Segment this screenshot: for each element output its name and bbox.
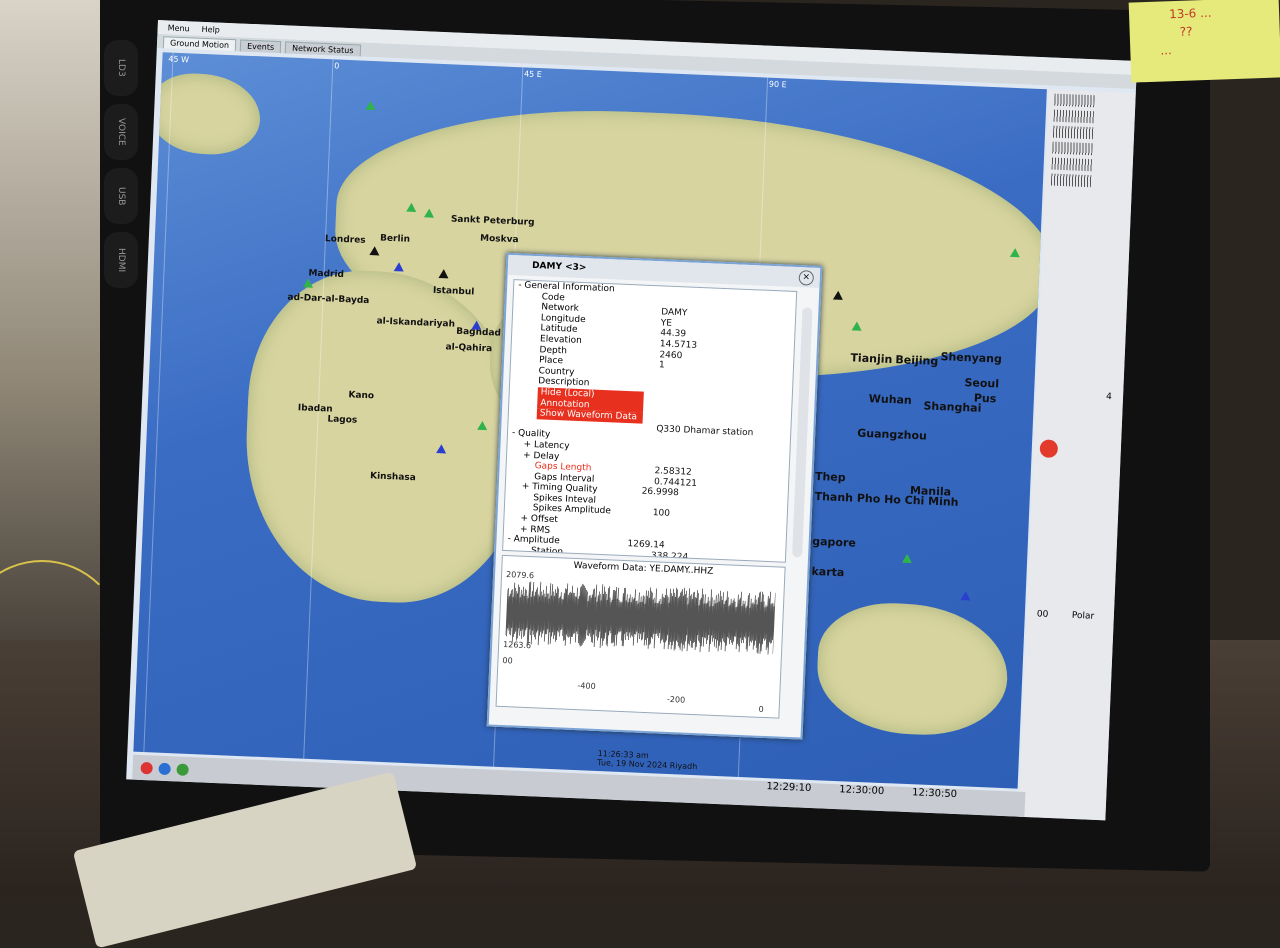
trace-thumbnail[interactable] (1053, 126, 1093, 140)
timeline-label: 12:30:50 (912, 787, 957, 800)
station-marker[interactable] (369, 246, 379, 255)
city-label: Seoul (964, 376, 999, 390)
station-marker[interactable] (477, 421, 487, 430)
trace-thumbnail[interactable] (1052, 142, 1092, 156)
side-label-hdmi: HDMI (104, 232, 138, 288)
station-marker[interactable] (960, 591, 970, 600)
station-marker[interactable] (303, 278, 313, 287)
station-marker[interactable] (852, 321, 862, 330)
station-marker[interactable] (902, 554, 912, 563)
station-marker[interactable] (833, 291, 843, 300)
timeline-label: 12:29:10 (766, 781, 811, 794)
sticky-note-line: 13-6 ... (1169, 3, 1279, 21)
tree-value: 100 (653, 509, 671, 520)
tree-value: 1 (659, 360, 665, 371)
side-label-voice: VOICE (104, 104, 138, 160)
grid-label-90e: 90 E (769, 80, 787, 90)
panel-bottom-label: 00 (1037, 609, 1049, 619)
tab-network-status[interactable]: Network Status (285, 41, 361, 56)
city-label: Lagos (327, 414, 357, 425)
menu-item-help[interactable]: Help (201, 24, 220, 34)
trace-thumbnail[interactable] (1054, 94, 1094, 108)
sticky-note: 13-6 ... ?? ... (1129, 0, 1280, 83)
waveform-x-label: -400 (577, 681, 596, 691)
popup-title: DAMY <3> (532, 261, 587, 273)
city-label: Guangzhou (857, 427, 927, 443)
taskbar-app-icon[interactable] (140, 761, 152, 773)
menu-item-menu[interactable]: Menu (168, 23, 190, 33)
station-marker[interactable] (471, 320, 481, 329)
station-marker[interactable] (436, 444, 446, 453)
trace-thumbnail[interactable] (1051, 174, 1091, 188)
sticky-note-line: ?? (1179, 21, 1279, 38)
city-label: Tianjin (850, 351, 892, 366)
station-marker[interactable] (394, 262, 404, 271)
city-label: Ibadan (298, 403, 333, 414)
tab-ground-motion[interactable]: Ground Motion (163, 36, 237, 51)
waveform-line (505, 580, 775, 655)
station-marker[interactable] (365, 101, 375, 110)
waveform-x-label: 00 (502, 656, 513, 665)
station-info-tree[interactable]: - General InformationCodeNetworkDAMYLong… (502, 279, 797, 563)
city-label: Beijing (895, 353, 938, 368)
city-label: Shenyang (940, 350, 1002, 366)
trace-thumbnail[interactable] (1052, 158, 1092, 172)
city-label: Kano (348, 390, 374, 401)
side-label-ld3: LD3 (104, 40, 138, 96)
record-icon[interactable] (1039, 439, 1058, 458)
panel-value-label: 4 (1106, 392, 1112, 402)
waveform-x-label: -200 (667, 695, 686, 705)
tree-value: YE (661, 318, 673, 329)
waveform-x-label: 0 (758, 705, 763, 714)
screen: Menu Help Ground Motion Events Network S… (126, 20, 1137, 820)
city-label: Kinshasa (370, 471, 416, 483)
station-marker[interactable] (406, 203, 416, 212)
side-label-usb: USB (104, 168, 138, 224)
waveform-title: Waveform Data: YE.DAMY..HHZ (502, 558, 784, 580)
city-label: Berlin (380, 233, 410, 244)
waveform-panel[interactable]: Waveform Data: YE.DAMY..HHZ 2079.6 1263.… (496, 555, 786, 719)
taskbar-app-icon[interactable] (158, 762, 170, 774)
taskbar-app-icon[interactable] (176, 763, 188, 775)
timeline-label: 12:30:00 (839, 784, 884, 797)
station-marker[interactable] (1010, 248, 1020, 257)
city-label: Londres (325, 234, 366, 246)
station-marker[interactable] (438, 269, 448, 278)
waveform-trace (505, 576, 776, 659)
grid-label-45w: 45 W (168, 54, 189, 64)
station-marker[interactable] (424, 208, 434, 217)
panel-polar-label: Polar (1072, 611, 1095, 622)
station-info-popup[interactable]: DAMY <3> × - General InformationCodeNetw… (487, 253, 823, 740)
trace-thumbnail[interactable] (1054, 110, 1094, 124)
city-label: al-Qahira (445, 342, 492, 354)
city-label: Istanbul (433, 286, 475, 298)
land-australia (815, 600, 1010, 738)
monitor-side-icons: LD3 VOICE USB HDMI (104, 40, 142, 296)
grid-label-45e: 45 E (524, 69, 542, 79)
city-label: Moskva (480, 234, 519, 246)
city-label: Wuhan (868, 392, 912, 407)
city-label: Shanghai (923, 399, 981, 414)
city-label: Madrid (308, 269, 344, 280)
sticky-note-line: ... (1160, 39, 1280, 57)
land-greenland (148, 72, 261, 157)
grid-label-0: 0 (334, 61, 339, 70)
city-label: karta (811, 565, 844, 579)
popup-scrollbar[interactable] (792, 307, 812, 557)
tab-events[interactable]: Events (240, 39, 282, 53)
